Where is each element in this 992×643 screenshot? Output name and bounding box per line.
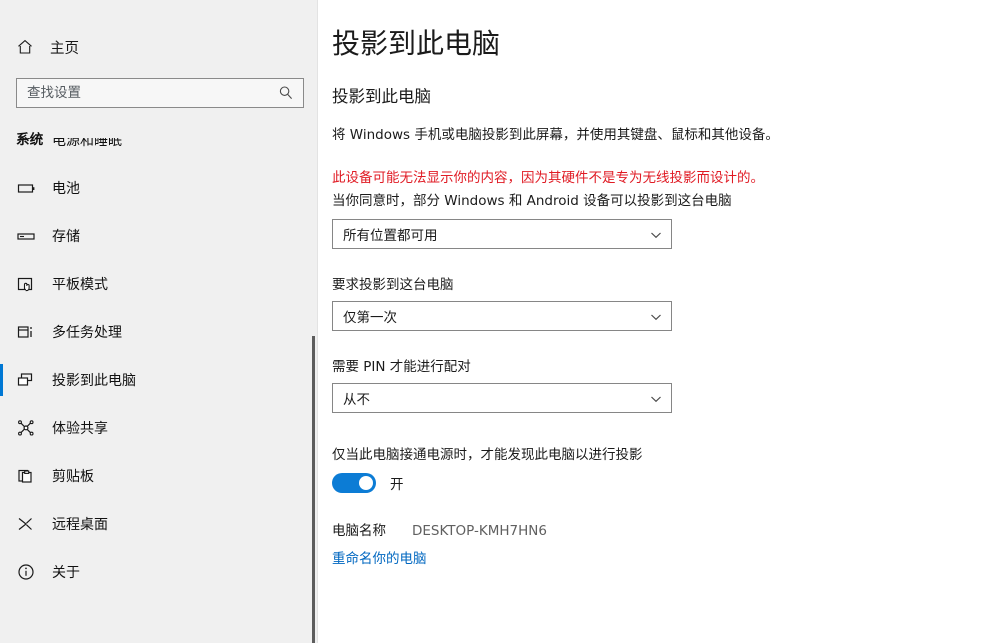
active-accent-bar [0,412,3,444]
active-accent-bar [0,268,3,300]
search-icon[interactable] [277,84,295,102]
description-text: 将 Windows 手机或电脑投影到此屏幕，并使用其键盘、鼠标和其他设备。 [332,126,779,143]
availability-dropdown[interactable]: 所有位置都可用 [332,218,672,249]
tablet-mode-icon [14,272,38,296]
sidebar-item-label: 多任务处理 [52,325,122,341]
info-icon [14,560,38,584]
sidebar-item-label: 体验共享 [52,421,108,437]
search-box[interactable] [16,78,304,108]
request-dropdown-value: 仅第一次 [343,309,397,326]
home-icon [14,36,36,58]
multitasking-icon [14,320,38,344]
sidebar: 主页 系统 电源和睡眠 [0,0,318,643]
pc-name-value: DESKTOP-KMH7HN6 [412,522,547,539]
availability-dropdown-value: 所有位置都可用 [343,227,438,244]
chevron-down-icon [649,310,663,324]
active-accent-bar [0,460,3,492]
sidebar-item-about[interactable]: 关于 [0,548,317,596]
pin-dropdown[interactable]: 从不 [332,382,672,413]
sidebar-item-power-sleep[interactable]: 电源和睡眠 [0,138,317,164]
sidebar-item-remote-desktop[interactable]: 远程桌面 [0,500,317,548]
power-toggle-row: 开 [332,472,992,493]
hardware-warning-text: 此设备可能无法显示你的内容，因为其硬件不是专为无线投影而设计的。 [332,169,764,186]
power-toggle-state: 开 [390,476,404,493]
active-accent-bar [0,316,3,348]
storage-icon [14,224,38,248]
active-accent-bar [0,556,3,588]
consent-note-text: 当你同意时，部分 Windows 和 Android 设备可以投影到这台电脑 [332,192,732,209]
sidebar-scrollbar-track[interactable] [304,0,316,643]
active-accent-bar [0,364,3,396]
clipboard-icon [14,464,38,488]
active-accent-bar [0,172,3,204]
rename-pc-link[interactable]: 重命名你的电脑 [332,547,427,567]
sidebar-item-label: 电池 [52,181,80,197]
sidebar-item-multitasking[interactable]: 多任务处理 [0,308,317,356]
sidebar-item-label: 平板模式 [52,277,108,293]
power-sleep-icon [14,138,38,152]
shared-experiences-icon [14,416,38,440]
sidebar-item-label: 投影到此电脑 [52,373,136,389]
active-accent-bar [0,220,3,252]
sidebar-item-label: 电源和睡眠 [52,138,122,149]
main-content: 投影到此电脑 投影到此电脑 将 Windows 手机或电脑投影到此屏幕，并使用其… [318,0,992,643]
power-toggle-label: 仅当此电脑接通电源时，才能发现此电脑以进行投影 [332,446,643,463]
sidebar-item-tablet-mode[interactable]: 平板模式 [0,260,317,308]
active-accent-bar [0,508,3,540]
request-label: 要求投影到这台电脑 [332,276,454,293]
sidebar-item-project-to-pc[interactable]: 投影到此电脑 [0,356,317,404]
sidebar-nav: 电源和睡眠 电池 存储 平板模式 多任务处理 投影到此电脑 体验共享 剪贴板 远… [0,138,317,596]
pin-dropdown-value: 从不 [343,391,370,408]
chevron-down-icon [649,228,663,242]
pc-name-label: 电脑名称 [332,522,386,539]
sidebar-item-clipboard[interactable]: 剪贴板 [0,452,317,500]
sidebar-item-shared-experiences[interactable]: 体验共享 [0,404,317,452]
sidebar-item-storage[interactable]: 存储 [0,212,317,260]
toggle-knob [359,475,373,490]
battery-icon [14,176,38,200]
section-heading: 投影到此电脑 [332,86,431,106]
power-toggle-switch[interactable] [332,472,376,493]
search-input[interactable] [17,79,275,107]
chevron-down-icon [649,392,663,406]
request-dropdown[interactable]: 仅第一次 [332,300,672,331]
sidebar-item-label: 存储 [52,229,80,245]
page-title: 投影到此电脑 [332,27,501,60]
sidebar-item-label: 远程桌面 [52,517,108,533]
sidebar-home-label: 主页 [50,40,79,57]
pin-label: 需要 PIN 才能进行配对 [332,358,471,375]
sidebar-item-label: 关于 [52,565,80,581]
sidebar-item-home[interactable]: 主页 [0,30,317,64]
sidebar-item-label: 剪贴板 [52,469,94,485]
remote-desktop-icon [14,512,38,536]
sidebar-item-battery[interactable]: 电池 [0,164,317,212]
active-accent-bar [0,146,3,164]
settings-window: 主页 系统 电源和睡眠 [0,0,992,643]
project-to-pc-icon [14,368,38,392]
pc-name-row: 电脑名称 DESKTOP-KMH7HN6 [332,519,992,539]
sidebar-scrollbar-thumb[interactable] [312,336,315,643]
